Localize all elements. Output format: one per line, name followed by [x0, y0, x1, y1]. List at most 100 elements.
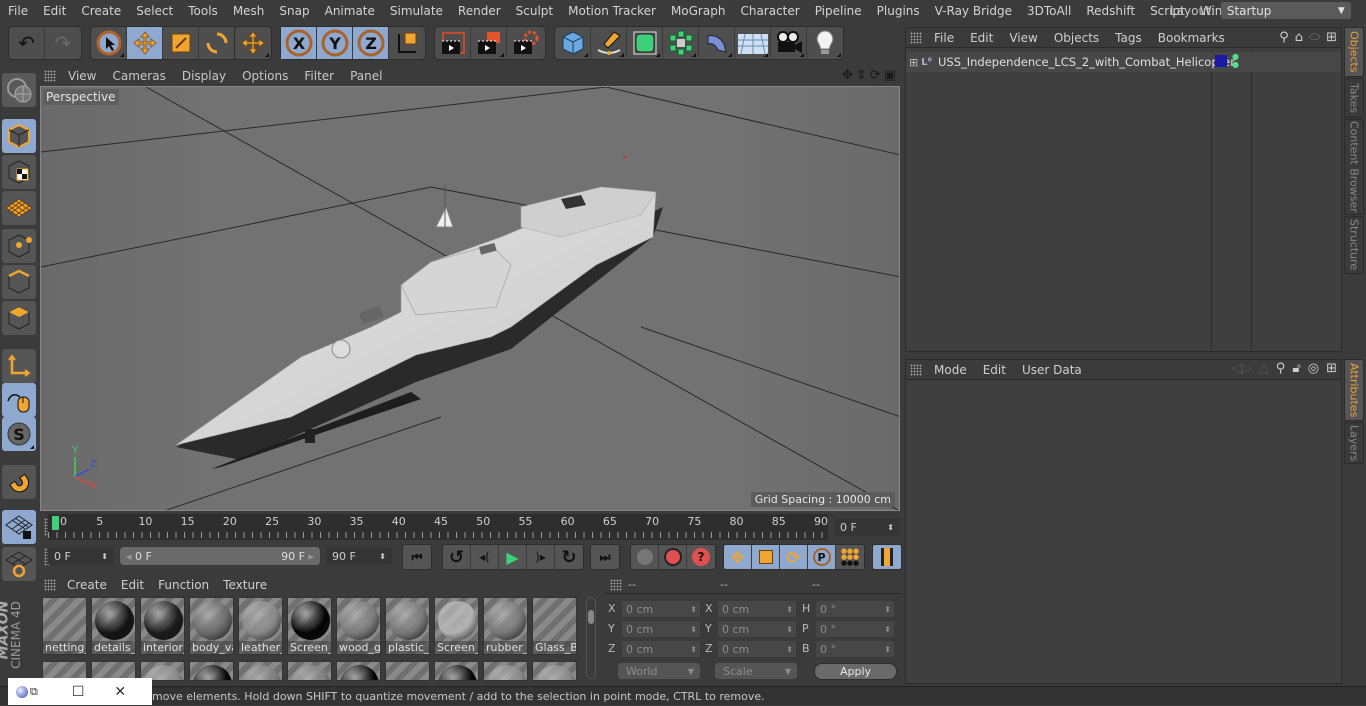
- autokey-button[interactable]: [659, 545, 687, 569]
- objects-menu-objects[interactable]: Objects: [1046, 31, 1107, 45]
- edges-mode-button[interactable]: [2, 265, 36, 299]
- menu-select[interactable]: Select: [128, 0, 180, 22]
- objects-menu-tags[interactable]: Tags: [1107, 31, 1150, 45]
- material-swatch[interactable]: plastic_l: [385, 597, 430, 655]
- rotation-field[interactable]: 0 ° ⬍: [816, 621, 894, 637]
- material-scrollbar[interactable]: [586, 597, 596, 679]
- position-field[interactable]: 0 cm ⬍: [622, 621, 700, 637]
- snap-button[interactable]: [2, 465, 36, 499]
- menu-redshift[interactable]: Redshift: [1078, 0, 1142, 22]
- move-button[interactable]: [127, 27, 163, 59]
- menu-character[interactable]: Character: [732, 0, 806, 22]
- material-swatch[interactable]: [336, 661, 381, 681]
- workplane-rotate-button[interactable]: [2, 547, 36, 581]
- material-swatch[interactable]: Screen_: [434, 597, 479, 655]
- points-mode-button[interactable]: [2, 229, 36, 263]
- material-swatch[interactable]: [483, 661, 528, 681]
- deformer-button[interactable]: [699, 27, 735, 59]
- key-scale-button[interactable]: [752, 545, 780, 569]
- dolly-icon[interactable]: ⇕: [856, 68, 867, 83]
- axis-mode-button[interactable]: [2, 349, 36, 383]
- materials-menu-texture[interactable]: Texture: [216, 578, 274, 592]
- tab-structure[interactable]: Structure: [1344, 216, 1364, 274]
- coordinate-space-dropdown[interactable]: World ▼: [618, 663, 700, 679]
- apply-button[interactable]: Apply: [814, 663, 897, 680]
- next-frame-button[interactable]: )▸: [527, 545, 555, 569]
- menu-pipeline[interactable]: Pipeline: [807, 0, 869, 22]
- play-button[interactable]: ▶: [499, 545, 527, 569]
- material-swatch[interactable]: [287, 661, 332, 681]
- grip-handle[interactable]: [910, 363, 922, 376]
- up-arrow-icon[interactable]: △: [1259, 361, 1269, 376]
- texture-mode-button[interactable]: [2, 155, 36, 189]
- key-param-button[interactable]: P: [808, 545, 836, 569]
- material-swatch[interactable]: netting_: [42, 597, 87, 655]
- current-frame-field[interactable]: 0 F ⬍: [834, 518, 900, 536]
- viewport-menu-display[interactable]: Display: [174, 69, 234, 83]
- visibility-dots[interactable]: ● ●: [1232, 53, 1239, 69]
- eye-icon[interactable]: ⬭: [1309, 30, 1320, 45]
- material-swatch[interactable]: [189, 661, 234, 681]
- start-frame-field[interactable]: 0 F ⬍: [48, 547, 114, 565]
- position-field[interactable]: 0 cm ⬍: [622, 641, 700, 657]
- key-position-button[interactable]: ✥: [724, 545, 752, 569]
- material-swatch[interactable]: Glass_Br: [532, 597, 577, 655]
- menu-plugins[interactable]: Plugins: [869, 0, 927, 22]
- object-name[interactable]: USS_Independence_LCS_2_with_Combat_Helic…: [938, 55, 1235, 69]
- attributes-menu-edit[interactable]: Edit: [975, 363, 1014, 377]
- menu-render[interactable]: Render: [450, 0, 508, 22]
- cloner-button[interactable]: [663, 27, 699, 59]
- z-axis-button[interactable]: Z: [353, 27, 389, 59]
- goto-start-button[interactable]: ⏮: [403, 545, 431, 569]
- viewport-menu-options[interactable]: Options: [234, 69, 296, 83]
- tab-takes[interactable]: Takes: [1344, 78, 1364, 118]
- prev-key-button[interactable]: ↺: [443, 545, 471, 569]
- menu-tools[interactable]: Tools: [180, 0, 225, 22]
- render-settings-button[interactable]: [507, 27, 543, 59]
- menu-file[interactable]: File: [0, 0, 35, 22]
- orbit-icon[interactable]: ⟳: [870, 68, 881, 83]
- menu-motion-tracker[interactable]: Motion Tracker: [560, 0, 663, 22]
- rotate-button[interactable]: [199, 27, 235, 59]
- subdivision-button[interactable]: [627, 27, 663, 59]
- viewport-menu-panel[interactable]: Panel: [342, 69, 390, 83]
- material-swatch[interactable]: leather_: [238, 597, 283, 655]
- model-mode-button[interactable]: [2, 119, 36, 153]
- solo-button[interactable]: S: [2, 417, 36, 451]
- camera-button[interactable]: [771, 27, 807, 59]
- layout-dropdown[interactable]: Startup ▼: [1220, 2, 1351, 19]
- undo-button[interactable]: ↶: [9, 27, 45, 59]
- material-swatch[interactable]: interior_: [140, 597, 185, 655]
- material-swatch[interactable]: [434, 661, 479, 681]
- menu-sculpt[interactable]: Sculpt: [508, 0, 560, 22]
- lock-workplane-button[interactable]: [2, 510, 36, 544]
- rotation-field[interactable]: 0 ° ⬍: [816, 641, 894, 657]
- tab-layers[interactable]: Layers: [1344, 422, 1364, 464]
- lock-icon[interactable]: 🔓︎: [1292, 361, 1300, 376]
- viewport-menu-filter[interactable]: Filter: [296, 69, 342, 83]
- menu-mograph[interactable]: MoGraph: [663, 0, 733, 22]
- menu-snap[interactable]: Snap: [271, 0, 316, 22]
- close-icon[interactable]: ✕: [114, 684, 126, 700]
- size-field[interactable]: 0 cm ⬍: [718, 601, 796, 617]
- maximize-view-icon[interactable]: ▣: [884, 68, 896, 83]
- transform-mode-dropdown[interactable]: Scale ▼: [715, 663, 797, 679]
- tweak-mode-button[interactable]: [2, 383, 36, 417]
- prev-frame-button[interactable]: ◂(: [471, 545, 499, 569]
- target-icon[interactable]: ◎: [1308, 361, 1319, 376]
- attributes-menu-mode[interactable]: Mode: [926, 363, 975, 377]
- objects-menu-file[interactable]: File: [926, 31, 962, 45]
- render-view-button[interactable]: [471, 27, 507, 59]
- layer-color-swatch[interactable]: [1215, 55, 1227, 67]
- maximize-icon[interactable]: ☐: [72, 684, 85, 700]
- menu-create[interactable]: Create: [73, 0, 128, 22]
- objects-menu-view[interactable]: View: [1001, 31, 1045, 45]
- material-swatch[interactable]: body_va: [189, 597, 234, 655]
- materials-menu-function[interactable]: Function: [151, 578, 216, 592]
- viewport-menu-view[interactable]: View: [60, 69, 104, 83]
- grip-handle[interactable]: [44, 70, 56, 82]
- timeline-ruler[interactable]: 0 5 10 15 20 25 30 35 40 45 50 55 60 65 70 75 80 85 90: [48, 514, 828, 540]
- timeline-window-button[interactable]: [873, 545, 901, 569]
- frame-range-slider[interactable]: ◂ 0 F 90 F ▸: [120, 547, 320, 565]
- grip-handle[interactable]: [610, 579, 622, 591]
